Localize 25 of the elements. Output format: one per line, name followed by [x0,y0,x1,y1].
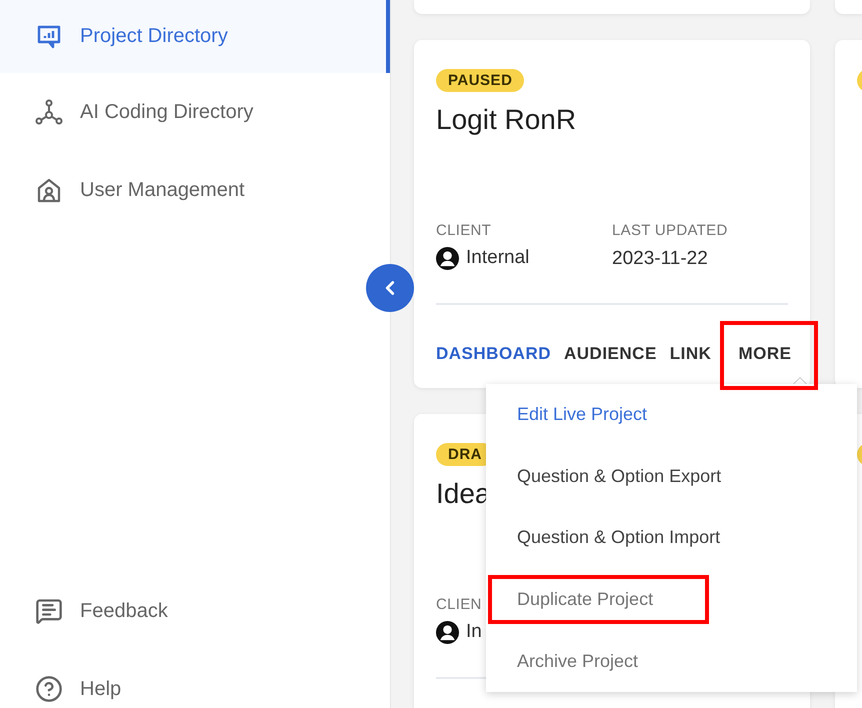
home-user-icon [35,176,63,204]
card-action-link[interactable]: LINK [670,344,712,364]
feedback-icon [35,597,63,625]
sidebar-item[interactable]: Project Directory [0,0,390,73]
help-icon [35,675,63,703]
meta-label: CLIENT [436,222,492,239]
meta-label: LAST UPDATED [612,222,728,239]
sidebar-item[interactable]: AI Coding Directory [0,73,390,151]
avatar-icon [436,247,459,270]
sidebar-item[interactable]: Help [0,650,390,708]
card-action-link[interactable]: MORE [720,321,818,390]
sidebar-item[interactable]: User Management [0,151,390,229]
network-icon [35,98,63,126]
collapse-button[interactable] [366,264,414,312]
status-badge: PAUSED [436,69,524,92]
avatar-icon [436,621,459,644]
client-name: Internal [466,247,530,269]
updated-date: 2023-11-22 [612,247,708,270]
client-name: In [466,621,482,643]
sidebar-item[interactable]: Feedback [0,572,390,650]
meta-label: CLIEN [436,596,482,613]
project-title: Logit RonR [436,104,576,136]
card-action-link[interactable]: DASHBOARD [436,344,551,364]
card-action-link[interactable]: AUDIENCE [564,344,657,364]
menu-item[interactable]: Question & Option Import [486,507,857,569]
